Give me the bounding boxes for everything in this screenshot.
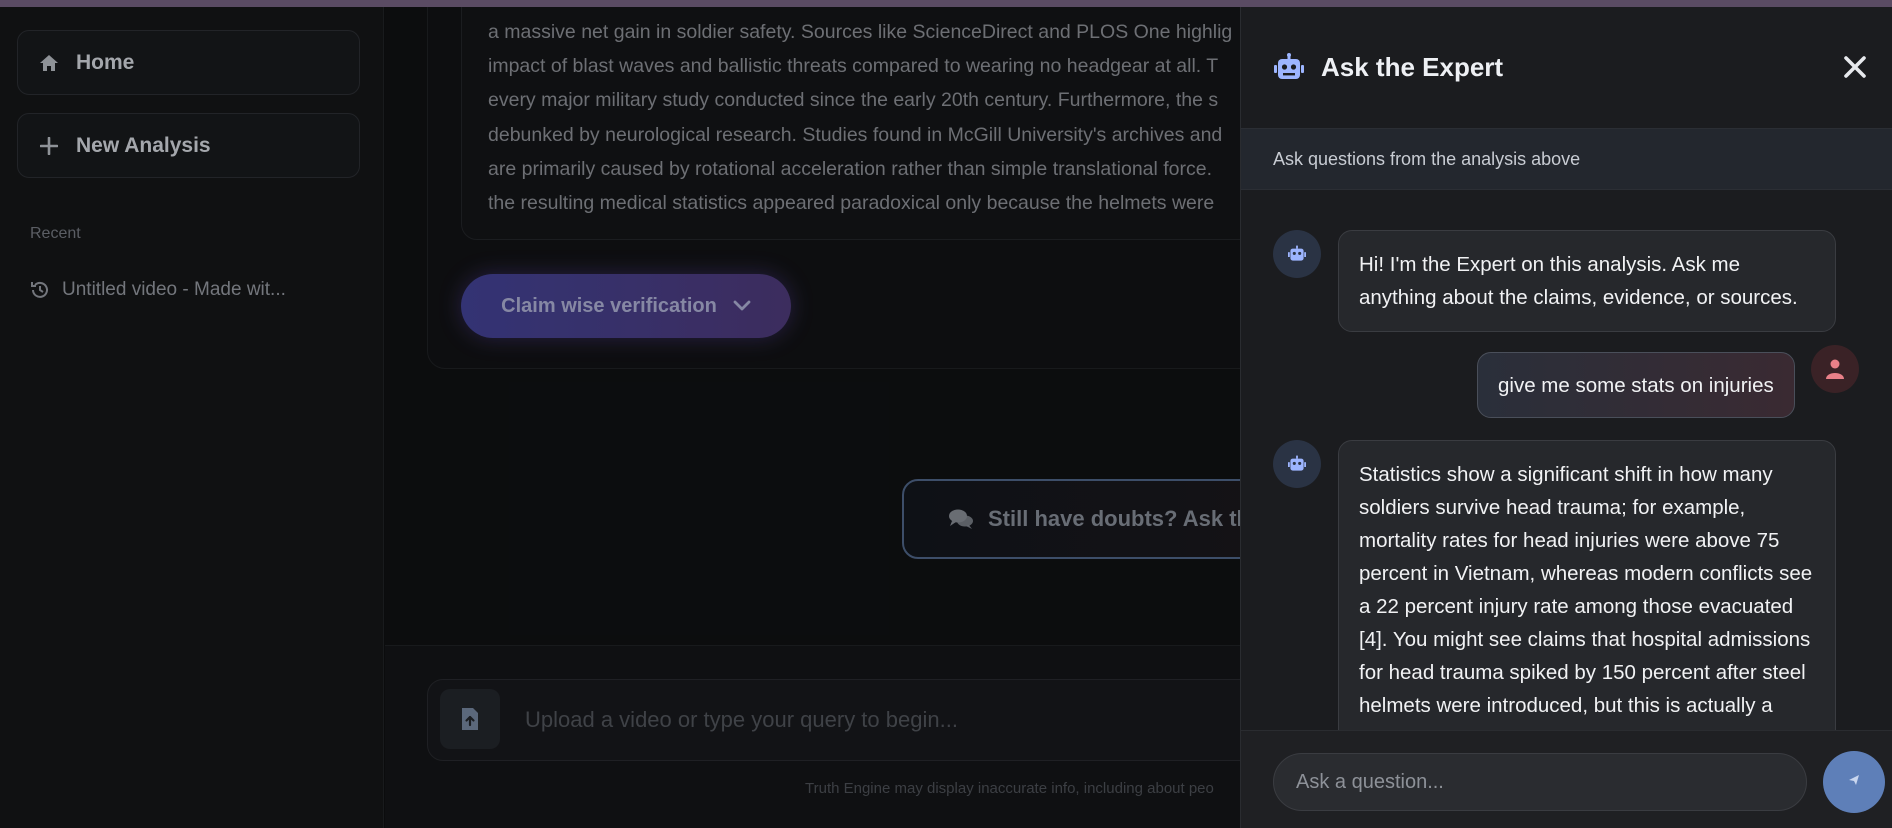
recent-item[interactable]: Untitled video - Made wit... — [30, 279, 286, 301]
panel-title: Ask the Expert — [1321, 52, 1504, 82]
robot-icon — [1273, 51, 1307, 85]
bot-message: Statistics show a significant shift in h… — [1338, 440, 1836, 730]
ask-expert-cta-button[interactable]: Still have doubts? Ask th — [902, 479, 1240, 559]
claim-button-label: Claim wise verification — [501, 294, 717, 317]
new-analysis-label: New Analysis — [76, 133, 211, 157]
panel-subtitle: Ask questions from the analysis above — [1241, 128, 1892, 190]
comments-icon — [948, 508, 974, 530]
history-icon — [30, 280, 50, 300]
chat-messages[interactable]: Hi! I'm the Expert on this analysis. Ask… — [1241, 190, 1892, 730]
main-content: a massive net gain in soldier safety. So… — [385, 7, 1240, 828]
paragraph-line: the resulting medical statistics appeare… — [488, 192, 1215, 215]
chevron-down-icon — [733, 300, 751, 312]
bot-avatar — [1273, 230, 1321, 278]
top-accent-bar — [0, 0, 1892, 7]
close-icon[interactable] — [1840, 52, 1870, 82]
ask-expert-panel: Ask the Expert Ask questions from the an… — [1240, 7, 1892, 828]
paragraph-line: are primarily caused by rotational accel… — [488, 157, 1213, 180]
ask-question-input[interactable] — [1273, 753, 1807, 811]
analysis-paragraph: a massive net gain in soldier safety. So… — [488, 15, 1240, 220]
bot-avatar — [1273, 440, 1321, 488]
home-icon — [38, 52, 60, 74]
home-label: Home — [76, 50, 135, 74]
query-input[interactable] — [525, 701, 1225, 739]
user-message: give me some stats on injuries — [1477, 352, 1795, 418]
doubts-button-label: Still have doubts? Ask th — [988, 506, 1240, 531]
paragraph-line: impact of blast waves and ballistic thre… — [488, 55, 1219, 78]
file-upload-icon[interactable] — [440, 689, 500, 749]
recent-label: Recent — [30, 225, 81, 242]
paragraph-line: a massive net gain in soldier safety. So… — [488, 21, 1233, 43]
claim-wise-verification-button[interactable]: Claim wise verification — [461, 274, 791, 338]
paragraph-line: every major military study conducted sin… — [488, 89, 1219, 112]
recent-item-label: Untitled video - Made wit... — [62, 279, 286, 300]
panel-header: Ask the Expert — [1241, 7, 1892, 128]
home-button[interactable]: Home — [17, 30, 360, 95]
send-icon — [1848, 773, 1860, 791]
ask-input-bar — [1241, 730, 1892, 828]
user-avatar — [1811, 345, 1859, 393]
sidebar: Home New Analysis Recent Untitled video … — [0, 7, 384, 828]
new-analysis-button[interactable]: New Analysis — [17, 113, 360, 178]
paragraph-line: debunked by neurological research. Studi… — [488, 123, 1223, 146]
send-button[interactable] — [1823, 751, 1885, 813]
bot-message: Hi! I'm the Expert on this analysis. Ask… — [1338, 230, 1836, 332]
disclaimer-text: Truth Engine may display inaccurate info… — [805, 780, 1214, 797]
plus-icon — [38, 135, 60, 157]
